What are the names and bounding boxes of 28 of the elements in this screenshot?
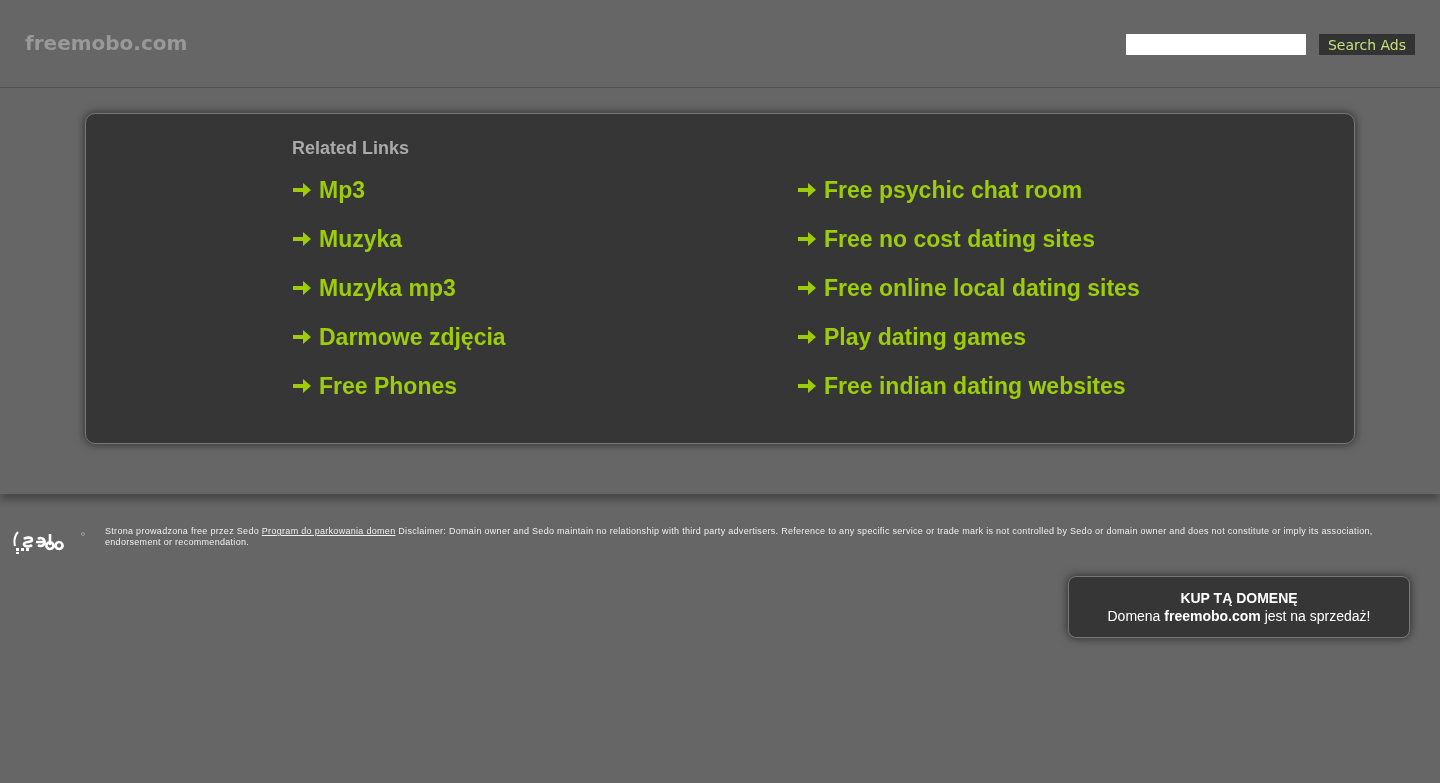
search-field[interactable]	[1125, 34, 1306, 55]
arrow-icon	[292, 329, 312, 345]
related-link[interactable]: Muzyka	[319, 225, 403, 253]
search-button[interactable]: Search Ads	[1318, 34, 1415, 55]
arrow-icon	[292, 182, 312, 198]
related-link[interactable]: Play dating games	[824, 323, 1026, 351]
arrow-icon	[797, 280, 817, 296]
arrow-icon	[797, 231, 817, 247]
domain-sale-box[interactable]: KUP TĄ DOMENĘ Domena freemobo.com jest na sprzedaż!	[1068, 576, 1410, 638]
related-link[interactable]: Free online local dating sites	[824, 274, 1140, 302]
arrow-icon	[292, 280, 312, 296]
arrow-icon	[292, 231, 312, 247]
arrow-icon	[797, 329, 817, 345]
related-link[interactable]: Free no cost dating sites	[824, 225, 1095, 253]
arrow-icon	[292, 378, 312, 394]
related-link[interactable]: Muzyka mp3	[319, 274, 456, 302]
related-link[interactable]: Free indian dating websites	[824, 372, 1126, 400]
related-link[interactable]: Free Phones	[319, 372, 458, 400]
sale-title: KUP TĄ DOMENĘ	[1180, 590, 1298, 606]
arrow-icon	[797, 378, 817, 394]
related-link[interactable]: Mp3	[319, 176, 365, 204]
sale-text: Domena freemobo.com jest na sprzedaż!	[1107, 608, 1371, 624]
disclaimer-text: Strona prowadzona free przez Sedo Program do parkowania domen Disclaimer: Domain owner and Sedo maintain no relationship with third party advertisers. Reference to any specific service or trade mark is not controlled by Sedo or domain owner and does not constitute or imply its association, endorsement or recommendation.	[105, 525, 1374, 549]
section-title: Related Links	[292, 138, 411, 159]
arrow-icon	[797, 182, 817, 198]
related-link[interactable]: Free psychic chat room	[824, 176, 1083, 204]
related-link[interactable]: Darmowe zdjęcia	[319, 323, 506, 351]
parking-program-link[interactable]: Program do parkowania domen	[261, 526, 396, 536]
